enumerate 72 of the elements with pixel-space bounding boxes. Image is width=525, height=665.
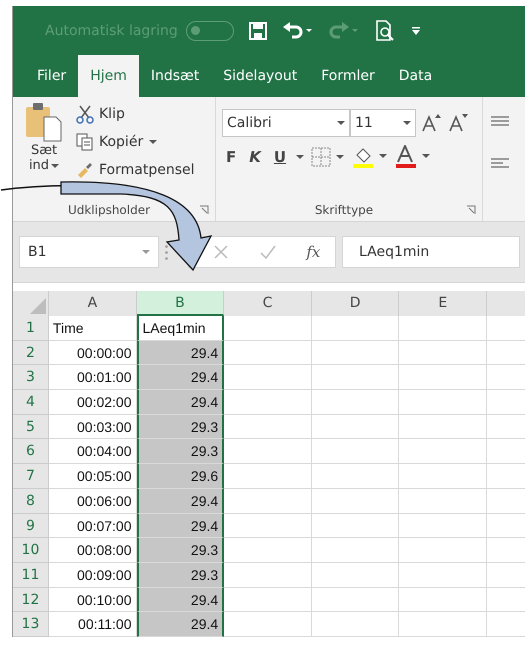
save-icon[interactable] bbox=[248, 20, 268, 40]
table-cell: 29.4 bbox=[136, 612, 224, 637]
dialog-launcher-icon[interactable] bbox=[466, 205, 476, 215]
caret-icon[interactable] bbox=[147, 138, 158, 146]
row-header[interactable]: 4 bbox=[13, 390, 49, 415]
table-cell: 29.6 bbox=[136, 464, 224, 489]
ribbon-tab[interactable]: Filer bbox=[25, 55, 78, 97]
paste-label[interactable]: Sæt bbox=[30, 143, 58, 158]
table-cell: 29.3 bbox=[136, 562, 224, 588]
ribbon-tab[interactable]: Data bbox=[386, 55, 444, 97]
row-header[interactable]: 11 bbox=[13, 562, 49, 588]
clipboard-command[interactable]: Kopiér bbox=[99, 134, 144, 150]
print-preview-icon[interactable] bbox=[374, 20, 396, 42]
clipboard-command[interactable]: Formatpensel bbox=[99, 162, 195, 178]
corner-triangle-icon bbox=[30, 298, 46, 314]
clipboard-command[interactable]: Klip bbox=[99, 106, 125, 122]
bold-button[interactable]: F bbox=[222, 148, 240, 166]
table-cell: 29.3 bbox=[136, 439, 224, 464]
row-header[interactable]: 12 bbox=[13, 588, 49, 612]
undo-icon[interactable] bbox=[282, 20, 314, 40]
ribbon-tab[interactable]: Indsæt bbox=[138, 55, 212, 97]
ribbon-tab[interactable]: Hjem bbox=[78, 55, 139, 97]
autosave-toggle[interactable] bbox=[186, 20, 234, 40]
table-cell: 29.4 bbox=[136, 390, 224, 415]
row-header[interactable]: 6 bbox=[13, 439, 49, 464]
table-cell: LAeq1min bbox=[136, 316, 224, 341]
table-cell: 00:11:00 bbox=[48, 612, 136, 637]
insert-function-button[interactable]: fx bbox=[306, 243, 320, 261]
column-header[interactable]: B bbox=[136, 291, 224, 316]
paste-dropdown[interactable]: ind bbox=[28, 158, 50, 173]
font-name-field[interactable]: Calibri bbox=[222, 109, 350, 137]
grip-icon bbox=[165, 244, 168, 260]
italic-button[interactable]: K bbox=[245, 148, 265, 166]
table-cell: 29.3 bbox=[136, 414, 224, 440]
caret-icon[interactable] bbox=[295, 152, 306, 162]
row-header[interactable]: 3 bbox=[13, 365, 49, 390]
grow-font-icon[interactable] bbox=[421, 113, 443, 133]
row-header[interactable]: 9 bbox=[13, 514, 49, 538]
ribbon-tab[interactable]: Sidelayout bbox=[211, 55, 310, 97]
row-header[interactable]: 7 bbox=[13, 464, 49, 489]
ribbon-tab[interactable]: Formler bbox=[309, 55, 387, 97]
scissors-icon bbox=[75, 104, 95, 124]
paste-icon[interactable] bbox=[24, 101, 64, 143]
group-label: Udklipsholder bbox=[66, 203, 152, 217]
caret-icon[interactable] bbox=[51, 162, 60, 170]
table-cell: 29.4 bbox=[136, 588, 224, 612]
borders-icon[interactable] bbox=[310, 146, 346, 168]
redo-icon bbox=[328, 20, 360, 40]
formula-field[interactable]: LAeq1min bbox=[342, 236, 520, 268]
copy-icon bbox=[75, 132, 95, 152]
name-box[interactable]: B1 bbox=[19, 236, 159, 268]
row-header[interactable]: 13 bbox=[13, 612, 49, 637]
row-header[interactable]: 10 bbox=[13, 538, 49, 563]
table-cell: 29.4 bbox=[136, 340, 224, 366]
font-color-icon[interactable] bbox=[394, 145, 432, 169]
table-cell: 29.3 bbox=[136, 538, 224, 563]
autosave-label: Automatisk lagring bbox=[45, 22, 178, 38]
font-size-field[interactable]: 11 bbox=[350, 109, 416, 137]
row-header[interactable]: 2 bbox=[13, 340, 49, 366]
customize-icon[interactable] bbox=[410, 24, 422, 36]
table-cell: 29.4 bbox=[136, 514, 224, 538]
row-header[interactable]: 1 bbox=[13, 316, 49, 341]
shrink-font-icon[interactable] bbox=[448, 113, 470, 133]
dialog-launcher-icon[interactable] bbox=[199, 205, 209, 215]
underline-button[interactable]: U bbox=[270, 148, 290, 166]
table-cell: 29.4 bbox=[136, 488, 224, 514]
row-header[interactable]: 5 bbox=[13, 414, 49, 440]
group-label: Skrifttype bbox=[314, 203, 374, 217]
caret-icon[interactable] bbox=[403, 119, 411, 127]
table-cell: 29.4 bbox=[136, 365, 224, 390]
row-header[interactable]: 8 bbox=[13, 488, 49, 514]
caret-icon[interactable] bbox=[337, 119, 345, 127]
